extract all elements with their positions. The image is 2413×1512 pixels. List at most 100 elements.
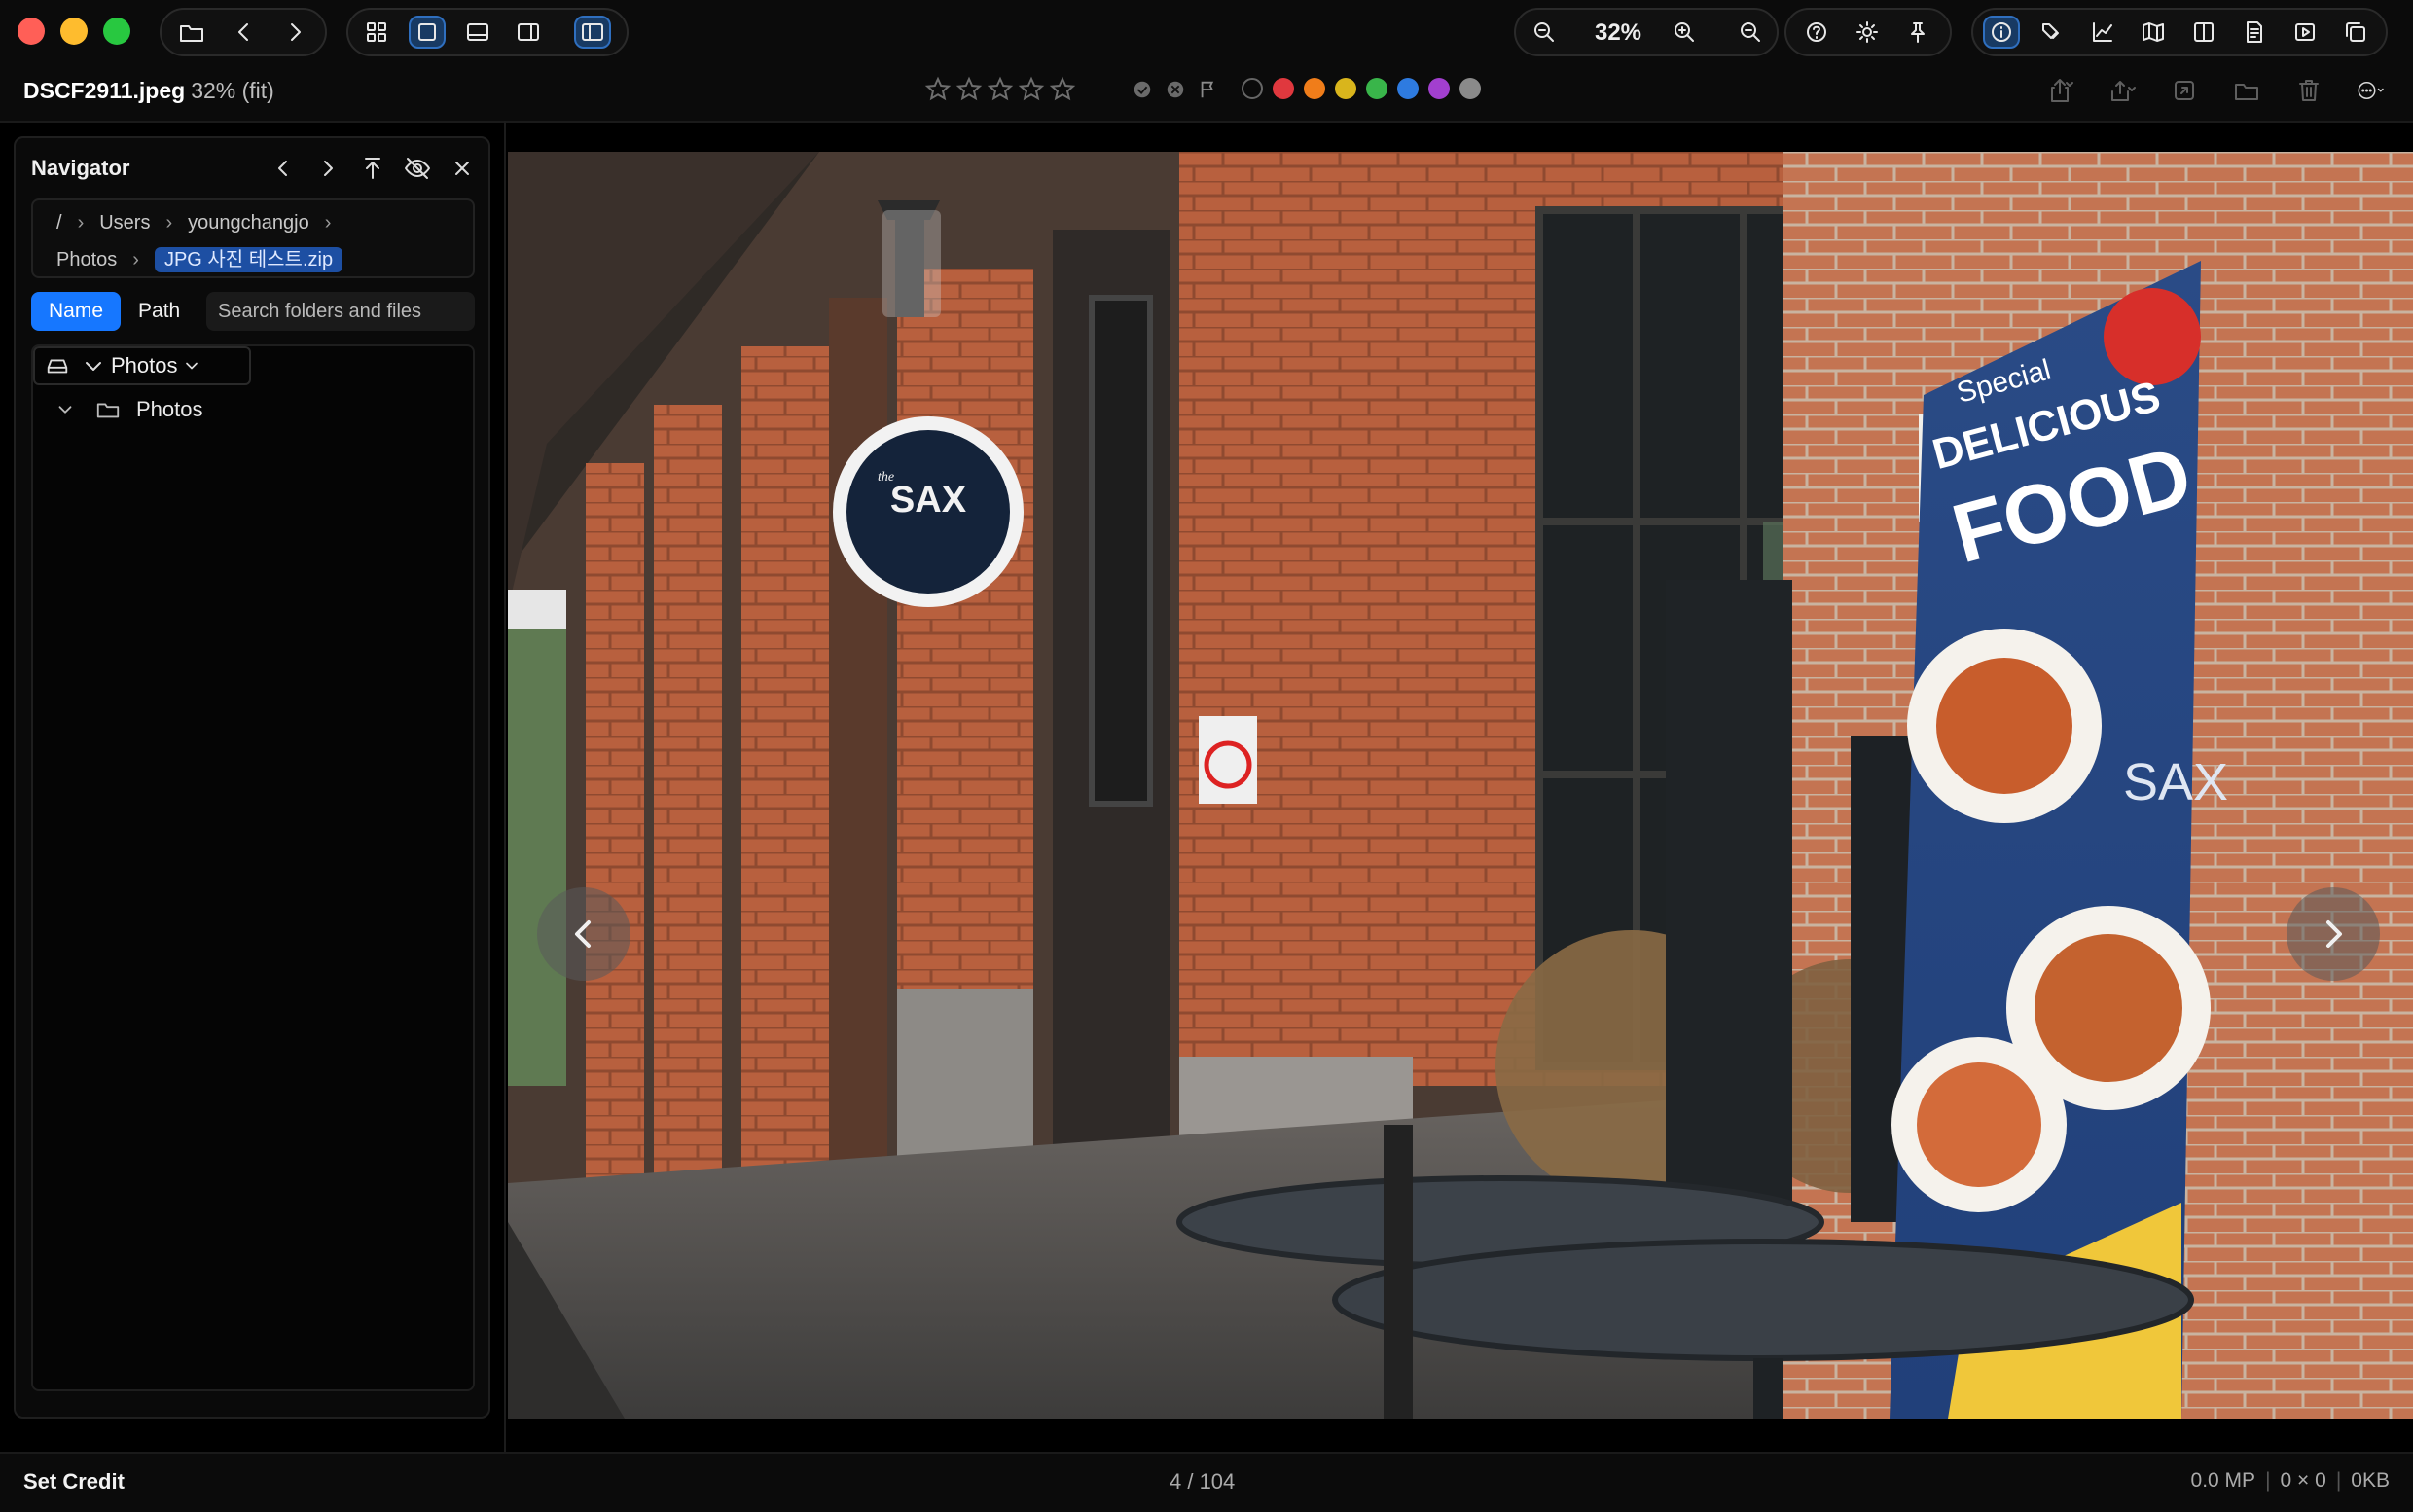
star-icon [987,76,1014,101]
status-bar: Set Credit 4 / 104 0.0 MP | 0 × 0 | 0KB [0,1452,2413,1512]
star-4-button[interactable] [1018,76,1045,103]
no-color-label-button[interactable] [1242,78,1263,99]
tab-name[interactable]: Name [31,292,122,331]
nav-forward-button[interactable] [313,154,342,188]
root-selector[interactable]: Photos [33,346,251,385]
star-2-button[interactable] [955,76,983,103]
close-icon [455,162,469,175]
toggle-hidden-button[interactable] [403,154,432,188]
document-icon [2247,21,2262,43]
previous-image-button[interactable] [537,887,630,981]
help-button[interactable] [1798,16,1835,49]
gray-label-button[interactable] [1459,78,1481,99]
chevron-right-icon [324,161,333,176]
close-navigator-button[interactable] [448,154,477,188]
eye-slash-icon [405,158,430,179]
breadcrumb-root[interactable]: / [56,212,62,234]
close-window-button[interactable] [18,18,45,45]
chevron-down-icon [58,406,72,414]
slideshow-button[interactable] [2287,16,2323,49]
compare-button[interactable] [2185,16,2222,49]
tab-path[interactable]: Path [121,292,198,331]
right-panel-button[interactable] [510,16,547,49]
back-button[interactable] [226,16,263,49]
arrow-up-to-line-icon [365,158,380,179]
reject-flag-button[interactable] [1164,78,1187,101]
tags-icon [2042,23,2059,39]
blue-label-button[interactable] [1397,78,1419,99]
export-button[interactable] [2107,76,2137,110]
star-5-button[interactable] [1049,76,1076,103]
top-toolbar: 32% [0,0,2413,64]
purple-label-button[interactable] [1428,78,1450,99]
star-3-button[interactable] [987,76,1014,103]
pick-flag-button[interactable] [1131,78,1154,101]
breadcrumb-users[interactable]: Users [99,212,150,234]
yellow-label-button[interactable] [1335,78,1356,99]
zoom-out-button[interactable] [1526,16,1563,49]
forward-button[interactable] [276,16,313,49]
map-button[interactable] [2135,16,2172,49]
copy-button[interactable] [2337,16,2374,49]
star-icon [924,76,952,101]
breadcrumb-separator: › [132,249,139,270]
breadcrumb-photos[interactable]: Photos [56,249,117,270]
red-label-button[interactable] [1273,78,1294,99]
panel-splitter[interactable] [504,121,506,1452]
image-metadata: 0.0 MP | 0 × 0 | 0KB [2191,1469,2390,1493]
breadcrumb-user[interactable]: youngchangjo [188,212,309,234]
breadcrumb-separator: › [324,212,332,234]
zoom-group: 32% [1514,8,1779,56]
next-image-button[interactable] [2287,887,2380,981]
delete-button[interactable] [2294,76,2323,110]
share-icon [2051,79,2073,102]
metadata-button[interactable] [2236,16,2273,49]
info-icon [1992,22,2011,42]
file-zoom-info: 32% (fit) [191,78,274,103]
zoom-in-icon [1675,22,1694,42]
single-view-button[interactable] [409,16,446,49]
brightness-button[interactable] [1849,16,1886,49]
image-viewer[interactable]: SAX the Special DELICIOUS FOOD SAX [508,152,2413,1419]
info-button[interactable] [1983,16,2020,49]
navigator-controls [269,154,477,188]
grid-view-button[interactable] [358,16,395,49]
pin-button[interactable] [1899,16,1936,49]
tree-item-photos[interactable]: Photos [54,397,203,422]
reveal-folder-button[interactable] [2232,76,2261,110]
green-label-button[interactable] [1366,78,1387,99]
root-label: Photos [111,353,178,378]
histogram-button[interactable] [2084,16,2121,49]
orange-label-button[interactable] [1304,78,1325,99]
external-link-icon [2175,81,2194,100]
share-button[interactable] [2045,76,2074,110]
more-options-button[interactable] [2357,76,2386,110]
left-panel-button[interactable] [574,16,611,49]
unflag-button[interactable] [1197,78,1220,101]
copy-icon [2346,22,2365,42]
zoom-level[interactable]: 32% [1584,19,1652,47]
megapixels-value: 0.0 MP [2190,1469,2256,1492]
folder-open-button[interactable] [173,16,210,49]
maximize-window-button[interactable] [103,18,130,45]
chevron-left-icon [238,23,248,41]
nav-go-top-button[interactable] [358,154,387,188]
filmstrip-view-button[interactable] [459,16,496,49]
star-1-button[interactable] [924,76,952,103]
chevron-down-icon [185,362,198,370]
minimize-window-button[interactable] [60,18,88,45]
chevron-down-icon [86,362,101,371]
set-credit-button[interactable]: Set Credit [23,1469,125,1494]
nav-back-button[interactable] [269,154,298,188]
open-external-button[interactable] [2170,76,2199,110]
breadcrumb-current[interactable]: JPG 사진 테스트.zip [154,247,343,272]
zoom-in-button[interactable] [1666,16,1703,49]
chevron-left-icon [575,920,591,948]
tags-button[interactable] [2034,16,2071,49]
folder-icon [2235,84,2258,100]
app-window: 32% DSCF2911.jpeg 32% (fit) Navigator / … [0,0,2413,1512]
sun-icon [1856,21,1878,43]
color-label-group [1242,78,1481,99]
search-input[interactable] [206,292,475,331]
zoom-fit-button[interactable] [1732,16,1769,49]
